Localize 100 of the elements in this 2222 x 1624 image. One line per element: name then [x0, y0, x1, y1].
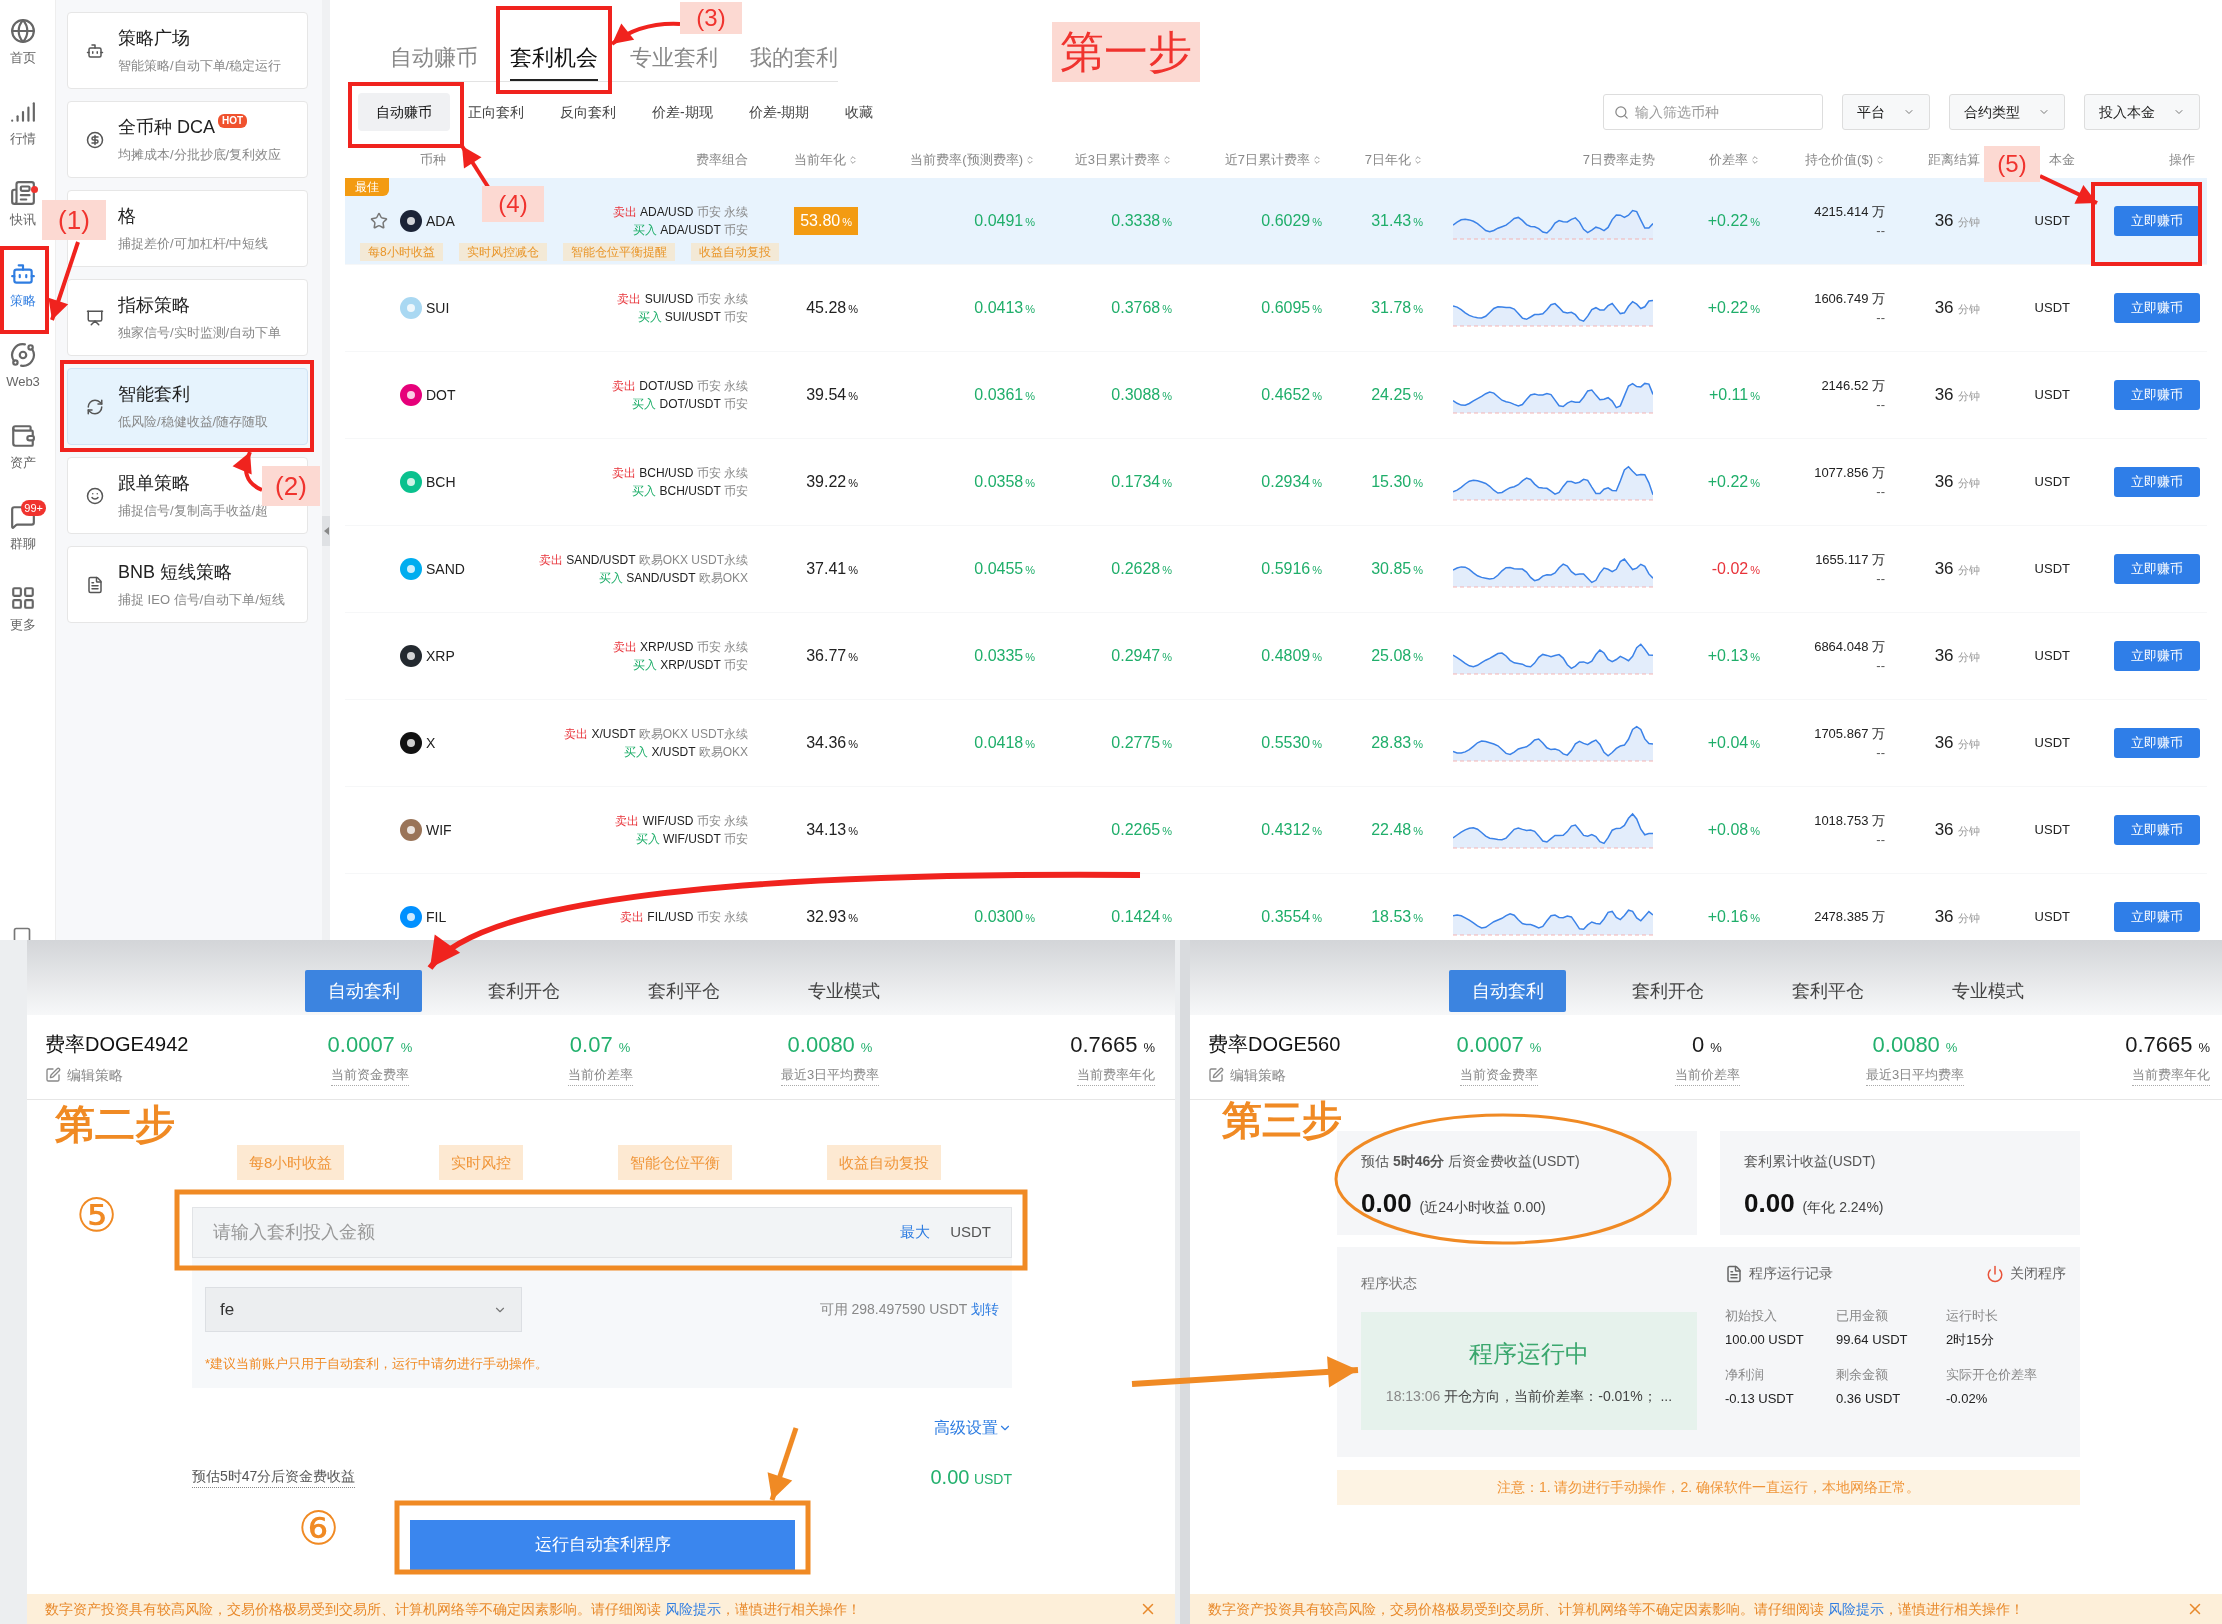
earn-now-button[interactable]: 立即赚币: [2114, 728, 2200, 758]
settle-time: 36 分钟: [1934, 384, 1980, 407]
main-tab[interactable]: 我的套利: [750, 35, 838, 81]
sub-tab[interactable]: 反向套利: [542, 93, 634, 131]
column-header: 操作: [2169, 151, 2195, 170]
strategy-card[interactable]: 全币种 DCA HOT 均摊成本/分批抄底/复利效应: [67, 101, 308, 178]
rate-7d: 0.5530%: [1261, 733, 1322, 753]
settle-time: 36 分钟: [1934, 732, 1980, 755]
annual-rate: 39.22%: [806, 472, 858, 492]
feature-tag: 收益自动复投: [827, 1145, 942, 1180]
search-field[interactable]: 输入筛选币种: [1603, 94, 1823, 130]
earnings-note: (年化 2.24%): [1802, 1198, 1884, 1217]
star-icon[interactable]: [370, 212, 388, 230]
rail-item[interactable]: 群聊 99+: [0, 488, 46, 569]
column-header: 费率组合: [696, 151, 748, 170]
earn-now-button[interactable]: 立即赚币: [2114, 293, 2200, 323]
strategy-card[interactable]: 智能套利 低风险/稳健收益/随存随取: [67, 368, 308, 445]
main-tab[interactable]: 专业套利: [630, 35, 718, 81]
filter-dropdown[interactable]: 平台: [1842, 94, 1930, 130]
filter-dropdown[interactable]: 投入本金: [2084, 94, 2200, 130]
rail-item[interactable]: 策略: [0, 245, 46, 326]
column-header[interactable]: 当前年化: [794, 150, 858, 170]
rail-item[interactable]: 行情: [0, 83, 46, 164]
risk-link[interactable]: 风险提示: [1827, 1600, 1884, 1617]
earnings-label: 套利累计收益(USDT): [1744, 1152, 1877, 1171]
earn-now-button[interactable]: 立即赚币: [2114, 641, 2200, 671]
run-program-button[interactable]: 运行自动套利程序: [410, 1519, 795, 1570]
panel-tab[interactable]: 专业模式: [785, 970, 902, 1012]
rail-item[interactable]: 更多: [0, 569, 46, 650]
risk-link[interactable]: 风险提示: [664, 1600, 721, 1617]
sub-tab[interactable]: 自动赚币: [358, 93, 450, 131]
feature-tag: 每8小时收益: [360, 243, 443, 261]
rail-item[interactable]: 资产: [0, 407, 46, 488]
strategy-card[interactable]: 指标策略 独家信号/实时监测/自动下单: [67, 279, 308, 356]
edit-strategy-link[interactable]: 编辑策略: [1208, 1064, 1395, 1086]
sub-tab[interactable]: 价差-期现: [634, 93, 731, 131]
sell-leg: 卖出 SUI/USD 币安 永续: [617, 291, 748, 308]
strategy-card[interactable]: 策略广场 智能策略/自动下单/稳定运行: [67, 12, 308, 89]
panel-tab[interactable]: 专业模式: [1929, 970, 2046, 1012]
column-header[interactable]: 近7日累计费率: [1224, 150, 1322, 170]
account-select[interactable]: fe: [205, 1287, 522, 1332]
rail-item[interactable]: 首页: [0, 2, 46, 83]
panel-tab[interactable]: 套利开仓: [465, 970, 582, 1012]
collapse-handle[interactable]: [322, 516, 330, 546]
sub-tab[interactable]: 收藏: [827, 93, 892, 131]
card-subtitle: 均摊成本/分批抄底/复利效应: [118, 146, 282, 165]
column-header[interactable]: 7日年化: [1364, 150, 1423, 170]
annotation-label: (1): [42, 200, 106, 240]
settle-time: 36 分钟: [1934, 906, 1980, 929]
filter-dropdown[interactable]: 合约类型: [1949, 94, 2065, 130]
usage-note: *建议当前账户只用于自动套利，运行中请勿进行手动操作。: [205, 1355, 550, 1373]
earn-now-button[interactable]: 立即赚币: [2114, 815, 2200, 845]
sell-leg: 卖出 SAND/USDT 欧易OKX USDT永续: [538, 552, 748, 569]
column-header[interactable]: 当前费率(预测费率): [910, 150, 1035, 170]
funding-rate: 0.0361%: [974, 385, 1035, 405]
card-title: 跟单策略: [118, 472, 190, 496]
column-header[interactable]: 持仓价值($): [1805, 150, 1885, 170]
panel-tab[interactable]: 自动套利: [305, 970, 422, 1012]
card-title: BNB 短线策略: [118, 561, 232, 585]
sub-tab[interactable]: 价差-期期: [730, 93, 828, 131]
rate-3d: 0.3088%: [1111, 385, 1172, 405]
advanced-settings-link[interactable]: 高级设置: [934, 1415, 1012, 1440]
position-value: 2478.385 万: [1814, 908, 1885, 927]
sub-tab[interactable]: 正向套利: [450, 93, 542, 131]
earn-now-button[interactable]: 立即赚币: [2114, 554, 2200, 584]
position-value: 2146.52 万: [1821, 376, 1885, 395]
earn-now-button[interactable]: 立即赚币: [2114, 206, 2200, 236]
position-value: 1655.117 万: [1815, 550, 1885, 569]
stop-program-link[interactable]: 关闭程序: [1986, 1263, 2066, 1284]
run-log-link[interactable]: 程序运行记录: [1725, 1263, 1833, 1284]
amount-field[interactable]: 请输入套利投入金额 最大 USDT: [192, 1207, 1012, 1258]
search-input[interactable]: 输入筛选币种: [1635, 101, 1805, 123]
panel-tab[interactable]: 套利平仓: [625, 970, 742, 1012]
amount-input[interactable]: 请输入套利投入金额: [213, 1219, 901, 1246]
rail-item[interactable]: Web3: [0, 326, 46, 407]
max-link[interactable]: 最大: [900, 1221, 931, 1244]
strategy-card[interactable]: BNB 短线策略 捕捉 IEO 信号/自动下单/短线: [67, 546, 308, 623]
card-subtitle: 低风险/稳健收益/随存随取: [118, 413, 269, 432]
panel-tab[interactable]: 套利开仓: [1609, 970, 1726, 1012]
edit-strategy-link[interactable]: 编辑策略: [45, 1064, 255, 1086]
column-header[interactable]: 价差率: [1709, 150, 1760, 170]
wallet-icon: [10, 422, 36, 449]
rate-3d: 0.1734%: [1111, 472, 1172, 492]
earn-now-button[interactable]: 立即赚币: [2114, 380, 2200, 410]
card-title: 全币种 DCA: [118, 116, 215, 140]
main-tab[interactable]: 套利机会: [510, 35, 598, 81]
panel-tab[interactable]: 自动套利: [1449, 970, 1566, 1012]
transfer-link[interactable]: 划转: [971, 1301, 999, 1317]
arrow: [610, 21, 681, 46]
panel-tab[interactable]: 套利平仓: [1769, 970, 1886, 1012]
metric-value: 0.0007 %: [1456, 1031, 1542, 1060]
main-tab[interactable]: 自动赚币: [390, 35, 478, 81]
signal-board-icon: [86, 308, 104, 327]
settle-time: 36 分钟: [1934, 297, 1980, 320]
earn-now-button[interactable]: 立即赚币: [2114, 467, 2200, 497]
arrow: [232, 451, 263, 492]
position-value: 1077.856 万: [1814, 463, 1885, 482]
column-header[interactable]: 近3日累计费率: [1074, 150, 1172, 170]
earn-now-button[interactable]: 立即赚币: [2114, 902, 2200, 932]
stat-value: 2时15分: [1946, 1330, 1995, 1349]
